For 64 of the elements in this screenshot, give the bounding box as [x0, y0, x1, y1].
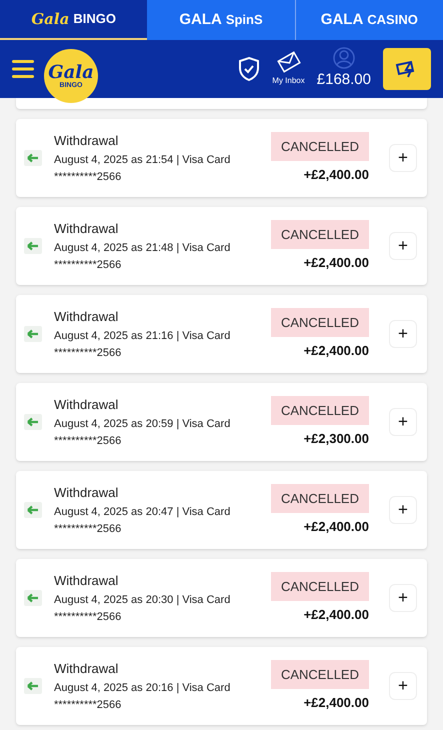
arrow-left-icon — [24, 590, 42, 606]
card-number: **********2566 — [54, 610, 122, 625]
transaction-amount: +£2,300.00 — [304, 430, 369, 448]
transaction-amount: +£2,400.00 — [304, 166, 369, 184]
brand-text: GALA — [179, 10, 222, 30]
expand-button[interactable]: + — [389, 320, 417, 348]
transaction-amount: +£2,400.00 — [304, 518, 369, 536]
site-tab[interactable]: GALA SpinS — [147, 0, 295, 40]
status-badge: CANCELLED — [270, 220, 369, 249]
logo-text: Gala — [48, 64, 94, 82]
card-number: **********2566 — [54, 522, 122, 537]
transaction-amount: +£2,400.00 — [304, 254, 369, 272]
transaction-type: Withdrawal — [54, 572, 120, 590]
arrow-left-icon — [24, 238, 42, 254]
transaction-type: Withdrawal — [54, 484, 120, 502]
status-badge: CANCELLED — [270, 308, 369, 337]
tab-label: SpinS — [226, 11, 263, 30]
status-badge: CANCELLED — [270, 132, 369, 161]
transaction-details: August 4, 2025 as 20:16 | Visa Card — [54, 681, 232, 696]
transaction-details: August 4, 2025 as 21:16 | Visa Card — [54, 329, 232, 344]
status-badge: CANCELLED — [270, 660, 369, 689]
transaction-type: Withdrawal — [54, 220, 120, 238]
card-number: **********2566 — [54, 434, 122, 449]
transaction-details: August 4, 2025 as 20:30 | Visa Card — [54, 593, 232, 608]
transaction-details: August 4, 2025 as 21:54 | Visa Card — [54, 153, 232, 168]
transaction-amount: +£2,400.00 — [304, 342, 369, 360]
transaction-amount: +£2,400.00 — [304, 606, 369, 624]
card-number: **********2566 — [54, 346, 122, 361]
envelope-icon[interactable] — [276, 51, 301, 73]
tab-label: BINGO — [73, 10, 116, 28]
transaction-details: August 4, 2025 as 21:48 | Visa Card — [54, 241, 232, 256]
transaction-details: August 4, 2025 as 20:47 | Visa Card — [54, 505, 232, 520]
expand-button[interactable]: + — [389, 672, 417, 700]
arrow-left-icon — [24, 326, 42, 342]
status-badge: CANCELLED — [270, 572, 369, 601]
arrow-left-icon — [24, 502, 42, 518]
shield-check-icon[interactable] — [238, 56, 260, 82]
transaction-details: August 4, 2025 as 20:59 | Visa Card — [54, 417, 232, 432]
card-number: **********2566 — [54, 258, 122, 273]
transaction-type: Withdrawal — [54, 132, 120, 150]
site-tab[interactable]: Gala BINGO — [0, 0, 148, 40]
expand-button[interactable]: + — [389, 144, 417, 172]
card-number: **********2566 — [54, 698, 122, 713]
brand-text: Gala — [31, 8, 70, 30]
deposit-button[interactable] — [383, 48, 431, 90]
transaction-type: Withdrawal — [54, 308, 120, 326]
inbox-label[interactable]: My Inbox — [272, 75, 305, 87]
transaction-type: Withdrawal — [54, 660, 120, 678]
status-badge: CANCELLED — [270, 396, 369, 425]
arrow-left-icon — [24, 414, 42, 430]
menu-icon[interactable] — [12, 59, 34, 79]
card-number: **********2566 — [54, 170, 122, 185]
transaction-type: Withdrawal — [54, 396, 120, 414]
tab-label: CASINO — [367, 11, 418, 30]
expand-button[interactable]: + — [389, 232, 417, 260]
expand-button[interactable]: + — [389, 408, 417, 436]
arrow-left-icon — [24, 678, 42, 694]
arrow-left-icon — [24, 150, 42, 166]
status-badge: CANCELLED — [270, 484, 369, 513]
balance: £168.00 — [316, 70, 371, 90]
transaction-amount: +£2,400.00 — [304, 694, 369, 712]
expand-button[interactable]: + — [389, 496, 417, 524]
brand-text: GALA — [320, 10, 364, 30]
expand-button[interactable]: + — [389, 584, 417, 612]
